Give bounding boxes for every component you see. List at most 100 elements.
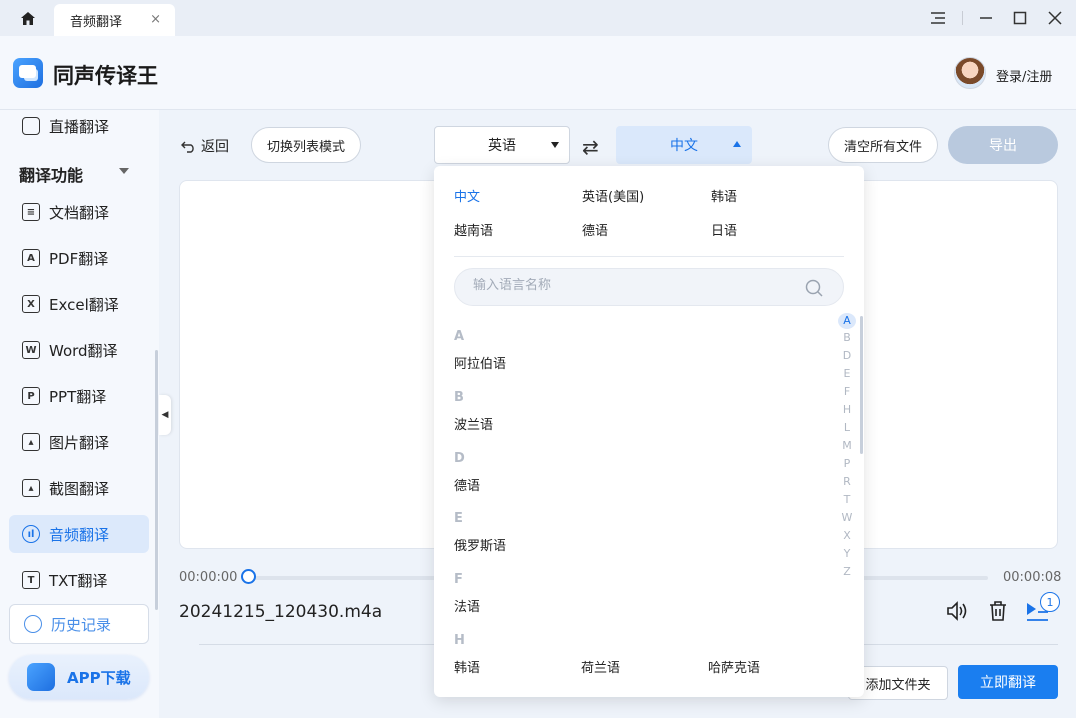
home-button[interactable] <box>14 8 42 28</box>
group-letter: D <box>454 451 465 466</box>
volume-button[interactable] <box>944 598 970 624</box>
word-icon: W <box>22 341 40 359</box>
language-dropdown: 中文 英语(美国) 韩语 越南语 德语 日语 A 阿拉伯语 B 波兰语 D 德语… <box>434 166 864 697</box>
excel-icon: X <box>22 295 40 313</box>
language-option[interactable]: 韩语 <box>454 657 480 676</box>
language-option[interactable]: 法语 <box>454 596 480 615</box>
sidebar-item-screenshot[interactable]: ▴ 截图翻译 <box>9 469 149 507</box>
app-download-label: APP下载 <box>67 668 131 687</box>
sidebar-item-label: 图片翻译 <box>49 433 110 452</box>
translate-now-button[interactable]: 立即翻译 <box>958 665 1058 699</box>
index-letter[interactable]: X <box>838 529 856 542</box>
collapse-sidebar-button[interactable]: ◀ <box>159 395 171 435</box>
index-letter[interactable]: Y <box>838 547 856 560</box>
history-button[interactable]: 历史记录 <box>9 604 149 644</box>
group-letter: E <box>454 511 463 526</box>
time-start: 00:00:00 <box>179 570 238 585</box>
export-button[interactable]: 导出 <box>948 126 1058 164</box>
index-letter[interactable]: M <box>838 439 856 452</box>
sidebar-item-label: TXT翻译 <box>49 571 108 590</box>
sidebar-item-excel[interactable]: X Excel翻译 <box>9 285 149 323</box>
source-language-value: 英语 <box>488 138 516 154</box>
quick-lang-option[interactable]: 越南语 <box>454 220 493 239</box>
search-icon[interactable] <box>805 279 823 297</box>
maximize-button[interactable] <box>1010 8 1030 28</box>
index-letter[interactable]: R <box>838 475 856 488</box>
sidebar-item-label: 直播翻译 <box>49 117 110 136</box>
language-search-box[interactable] <box>454 268 844 306</box>
language-option[interactable]: 德语 <box>454 475 480 494</box>
caret-down-icon <box>551 142 559 148</box>
sidebar-item-image[interactable]: ▴ 图片翻译 <box>9 423 149 461</box>
index-letter[interactable]: T <box>838 493 856 506</box>
index-letter[interactable]: E <box>838 367 856 380</box>
quick-lang-option[interactable]: 英语(美国) <box>582 186 644 205</box>
section-title[interactable]: 翻译功能 <box>19 162 83 186</box>
history-label: 历史记录 <box>51 615 112 634</box>
sidebar-scrollbar[interactable] <box>155 350 158 610</box>
image-icon: ▴ <box>22 433 40 451</box>
sidebar-item-label: 音频翻译 <box>49 525 110 544</box>
document-icon: ≡ <box>22 203 40 221</box>
sidebar-item-label: Excel翻译 <box>49 295 119 314</box>
switch-list-mode-button[interactable]: 切换列表模式 <box>251 127 361 163</box>
index-letter[interactable]: A <box>838 313 856 329</box>
index-letter[interactable]: L <box>838 421 856 434</box>
index-letter[interactable]: D <box>838 349 856 362</box>
swap-languages-icon[interactable]: ⇄ <box>582 135 599 159</box>
caret-up-icon <box>733 141 741 147</box>
sidebar-item-live[interactable]: 直播翻译 <box>9 107 149 145</box>
language-search-input[interactable] <box>473 278 793 293</box>
quick-lang-option[interactable]: 韩语 <box>711 186 737 205</box>
sidebar-item-audio[interactable]: ıl 音频翻译 <box>9 515 149 553</box>
index-letter[interactable]: Z <box>838 565 856 578</box>
close-button[interactable] <box>1045 8 1065 28</box>
language-option[interactable]: 阿拉伯语 <box>454 353 506 372</box>
tab-close-icon[interactable]: × <box>150 12 161 27</box>
volume-icon <box>947 601 967 621</box>
menu-button[interactable] <box>928 8 948 28</box>
close-icon <box>1048 11 1062 25</box>
sidebar-item-label: 截图翻译 <box>49 479 110 498</box>
quick-lang-option[interactable]: 中文 <box>454 186 480 205</box>
progress-knob[interactable] <box>241 569 256 584</box>
delete-button[interactable] <box>985 598 1011 624</box>
language-option[interactable]: 俄罗斯语 <box>454 535 506 554</box>
home-icon <box>21 11 35 25</box>
sidebar-item-pdf[interactable]: A PDF翻译 <box>9 239 149 277</box>
ppt-icon: P <box>22 387 40 405</box>
sidebar-item-txt[interactable]: T TXT翻译 <box>9 561 149 599</box>
caret-down-icon[interactable] <box>119 168 129 174</box>
index-letter[interactable]: H <box>838 403 856 416</box>
language-option[interactable]: 哈萨克语 <box>708 657 760 676</box>
quick-lang-option[interactable]: 德语 <box>582 220 608 239</box>
index-letter[interactable]: F <box>838 385 856 398</box>
quick-lang-option[interactable]: 日语 <box>711 220 737 239</box>
app-logo-icon <box>27 663 55 691</box>
dropdown-scrollbar[interactable] <box>860 316 863 454</box>
screenshot-icon: ▴ <box>22 479 40 497</box>
clear-all-files-button[interactable]: 清空所有文件 <box>828 127 938 163</box>
target-language-select[interactable]: 中文 <box>616 126 752 164</box>
login-link[interactable]: 登录/注册 <box>996 66 1052 85</box>
language-option[interactable]: 波兰语 <box>454 414 493 433</box>
sidebar-item-document[interactable]: ≡ 文档翻译 <box>9 193 149 231</box>
tab-audio-translate[interactable]: 音频翻译 × <box>54 4 175 36</box>
txt-icon: T <box>22 571 40 589</box>
language-option[interactable]: 荷兰语 <box>581 657 620 676</box>
sidebar-item-word[interactable]: W Word翻译 <box>9 331 149 369</box>
group-letter: B <box>454 390 464 405</box>
index-letter[interactable]: P <box>838 457 856 470</box>
app-download-button[interactable]: APP下载 <box>9 655 149 699</box>
sidebar-item-ppt[interactable]: P PPT翻译 <box>9 377 149 415</box>
back-button[interactable]: 返回 <box>181 136 229 156</box>
source-language-select[interactable]: 英语 <box>434 126 570 164</box>
minimize-button[interactable] <box>976 8 996 28</box>
index-letter[interactable]: W <box>838 511 856 524</box>
avatar[interactable] <box>954 57 986 89</box>
sidebar-item-label: Word翻译 <box>49 341 118 360</box>
pdf-icon: A <box>22 249 40 267</box>
group-letter: A <box>454 329 465 344</box>
index-letter[interactable]: B <box>838 331 856 344</box>
app-header: 同声传译王 登录/注册 <box>0 36 1076 110</box>
